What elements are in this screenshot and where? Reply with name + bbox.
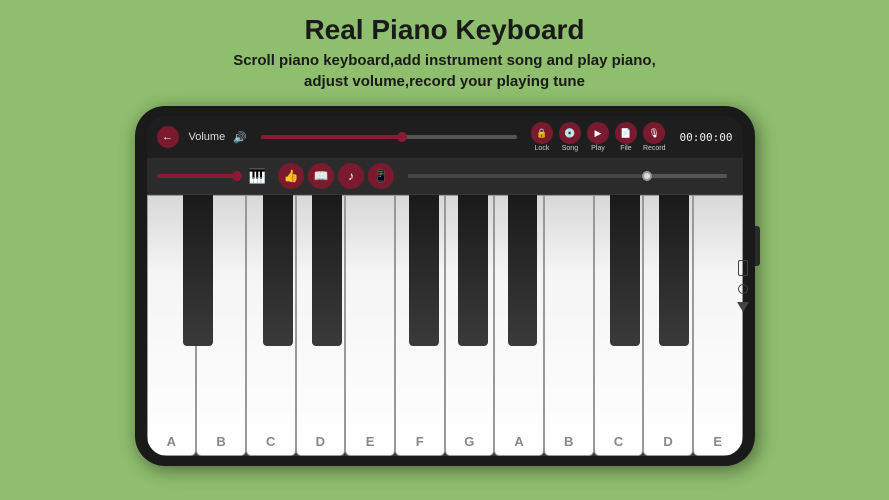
song-button[interactable]: 💿 Song	[559, 122, 581, 152]
black-key-ab1[interactable]	[458, 195, 488, 346]
lock-label: Lock	[535, 145, 550, 152]
black-key-bb1[interactable]	[183, 195, 213, 346]
play-button[interactable]: ▶ Play	[587, 122, 609, 152]
page-subtitle: Scroll piano keyboard,add instrument son…	[233, 50, 656, 92]
note-button[interactable]: ♪	[338, 163, 364, 189]
book-button[interactable]: 📖	[308, 163, 334, 189]
phone-nav-buttons	[737, 260, 749, 312]
white-key-b2[interactable]: B	[544, 195, 594, 456]
play-label: Play	[591, 145, 605, 152]
right-slider-thumb	[642, 171, 652, 181]
right-slider-fill	[408, 174, 647, 178]
volume-thumb	[397, 132, 407, 142]
nav-recent-button[interactable]	[737, 302, 749, 312]
volume-label: Volume	[189, 131, 226, 143]
phone-screen: ← Volume 🔊 🔒 Lock 💿 Song	[147, 116, 743, 456]
black-key-gb1[interactable]	[409, 195, 439, 346]
subtitle-line2: adjust volume,record your playing tune	[304, 73, 585, 90]
file-button[interactable]: 📄 File	[615, 122, 637, 152]
record-button[interactable]: 🎙 Record	[643, 122, 666, 152]
nav-home-button[interactable]	[738, 284, 748, 294]
right-slider[interactable]	[408, 174, 727, 178]
phone-button[interactable]: 📱	[368, 163, 394, 189]
action-buttons: 👍 📖 ♪ 📱	[278, 163, 394, 189]
phone-side-button[interactable]	[755, 226, 760, 266]
volume-icon: 🔊	[233, 131, 247, 144]
top-bar: ← Volume 🔊 🔒 Lock 💿 Song	[147, 116, 743, 158]
play-icon: ▶	[587, 122, 609, 144]
second-bar: 🎹 👍 📖 ♪ 📱	[147, 158, 743, 195]
white-key-e1[interactable]: E	[345, 195, 395, 456]
pink-slider-left[interactable]	[157, 174, 237, 178]
timer-display: 00:00:00	[680, 131, 733, 144]
black-key-db2[interactable]	[610, 195, 640, 346]
volume-fill	[261, 135, 402, 139]
nav-back-button[interactable]	[738, 260, 748, 276]
page-header: Real Piano Keyboard Scroll piano keyboar…	[233, 0, 656, 98]
record-icon: 🎙	[643, 122, 665, 144]
piano-area: A B C D E F G A B C D E	[147, 195, 743, 456]
song-label: Song	[562, 145, 578, 152]
white-key-e2[interactable]: E	[693, 195, 743, 456]
thumbs-up-button[interactable]: 👍	[278, 163, 304, 189]
record-label: Record	[643, 145, 666, 152]
pink-thumb	[232, 171, 242, 181]
song-icon: 💿	[559, 122, 581, 144]
back-button[interactable]: ←	[157, 126, 179, 148]
white-keys: A B C D E F G A B C D E	[147, 195, 743, 456]
subtitle-line1: Scroll piano keyboard,add instrument son…	[233, 52, 656, 69]
lock-icon: 🔒	[531, 122, 553, 144]
black-key-db1[interactable]	[263, 195, 293, 346]
page-title: Real Piano Keyboard	[233, 14, 656, 46]
file-icon: 📄	[615, 122, 637, 144]
file-label: File	[620, 145, 631, 152]
black-key-bb2[interactable]	[508, 195, 538, 346]
black-key-eb2[interactable]	[659, 195, 689, 346]
lock-button[interactable]: 🔒 Lock	[531, 122, 553, 152]
phone-mockup: ← Volume 🔊 🔒 Lock 💿 Song	[135, 106, 755, 466]
volume-slider[interactable]	[261, 135, 517, 139]
mini-piano-icon: 🎹	[249, 168, 266, 185]
phone-shell: ← Volume 🔊 🔒 Lock 💿 Song	[135, 106, 755, 466]
top-controls: 🔒 Lock 💿 Song ▶ Play 📄 File	[531, 122, 666, 152]
black-key-eb1[interactable]	[312, 195, 342, 346]
